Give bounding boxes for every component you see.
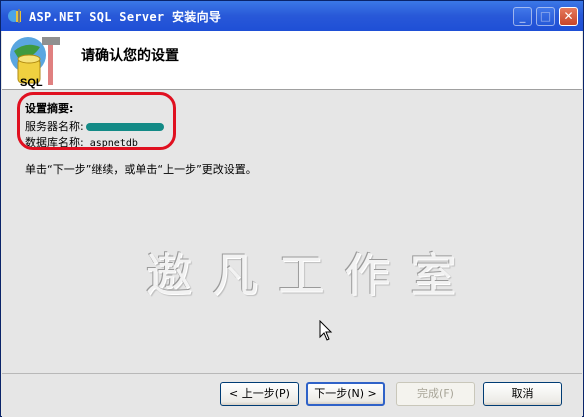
cancel-button[interactable]: 取消: [483, 382, 562, 406]
wizard-header: SQL 请确认您的设置: [2, 31, 582, 90]
highlight-annotation: [17, 92, 176, 150]
sql-icon-label: SQL: [20, 77, 43, 89]
back-button[interactable]: < 上一步(P): [220, 382, 299, 406]
page-title: 请确认您的设置: [81, 48, 179, 64]
minimize-icon: _: [519, 9, 526, 23]
minimize-button[interactable]: _: [513, 7, 532, 26]
finish-button[interactable]: 完成(F): [396, 382, 475, 406]
next-button[interactable]: 下一步(N) >: [306, 382, 385, 406]
sql-wizard-icon: SQL: [10, 37, 60, 89]
wizard-window: ASP.NET SQL Server 安装向导 _ □ ✕ SQL 请确认您的设…: [0, 0, 584, 417]
close-button[interactable]: ✕: [559, 7, 578, 26]
app-icon: [8, 9, 21, 23]
maximize-icon: □: [539, 9, 552, 23]
title-bar[interactable]: ASP.NET SQL Server 安装向导 _ □ ✕: [1, 1, 583, 31]
maximize-button[interactable]: □: [536, 7, 555, 26]
mouse-cursor-icon: [319, 320, 333, 341]
window-title: ASP.NET SQL Server 安装向导: [29, 10, 222, 24]
close-icon: ✕: [563, 9, 574, 23]
watermark: 遨凡工作室: [146, 248, 476, 302]
instruction-text: 单击“下一步”继续，或单击“上一步”更改设置。: [25, 163, 257, 176]
